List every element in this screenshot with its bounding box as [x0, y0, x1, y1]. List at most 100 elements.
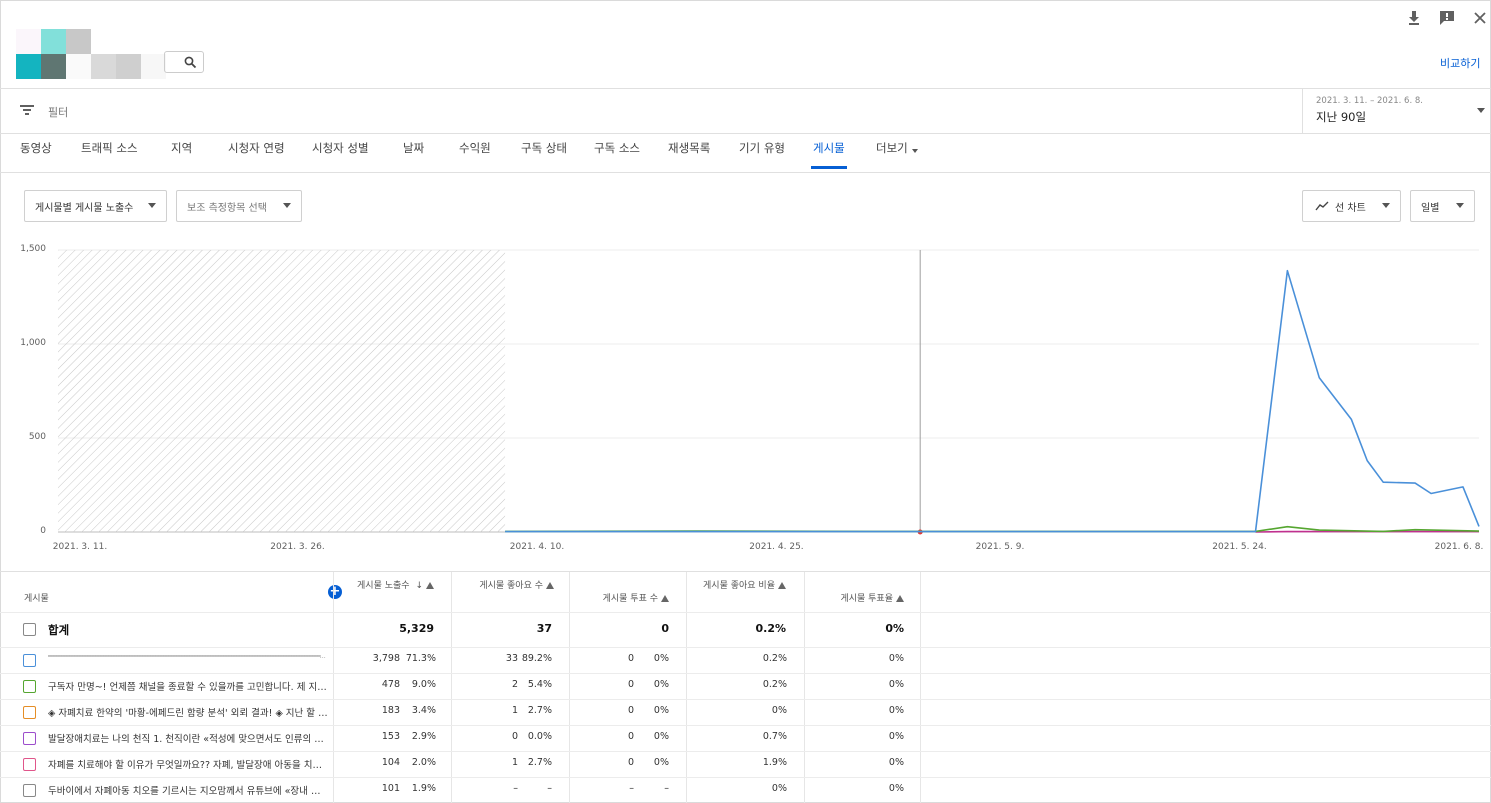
row-likes: 1	[511, 705, 518, 716]
total-label: 합계	[48, 623, 70, 637]
row-impressions-pct: 3.4%	[411, 705, 436, 716]
download-icon[interactable]	[1404, 8, 1424, 28]
total-checkbox[interactable]	[23, 623, 36, 636]
row-title[interactable]: 구독자 만명~! 언제쯤 채널을 종료할 수 있을까를 고민합니다. 제 지금 …	[48, 679, 328, 693]
row-title[interactable]: 자폐를 치료해야 할 이유가 무엇일까요?? 자폐, 발달장애 아동을 치료하는…	[48, 757, 328, 771]
row-checkbox[interactable]	[23, 732, 36, 745]
row-votes-pct: –	[664, 783, 669, 794]
row-likes: 33	[505, 653, 518, 664]
column-header-likes-label: 게시물 좋아요 수	[479, 581, 543, 591]
row-impressions: 3,798	[372, 653, 400, 664]
sort-down-icon: ↓	[415, 581, 423, 591]
tab-2[interactable]: 지역	[171, 140, 192, 172]
chart-type-select[interactable]: 선 차트	[1302, 190, 1401, 222]
granularity-select[interactable]: 일별	[1410, 190, 1475, 222]
column-header-impressions[interactable]: 게시물 노출수 ↓	[338, 581, 434, 592]
warning-icon	[896, 595, 904, 602]
total-impressions: 5,329	[399, 622, 434, 635]
row-vote-rate: 0%	[888, 757, 904, 768]
column-header-like-rate-label: 게시물 좋아요 비율	[703, 581, 775, 591]
row-votes-pct: 0%	[653, 705, 669, 716]
warning-icon	[426, 582, 434, 589]
chevron-down-icon	[148, 203, 156, 208]
row-vote-rate: 0%	[888, 653, 904, 664]
warning-icon	[546, 582, 554, 589]
tab-4[interactable]: 시청자 성별	[312, 140, 369, 172]
column-header-impressions-label: 게시물 노출수	[357, 581, 410, 591]
row-checkbox[interactable]	[23, 758, 36, 771]
column-header-votes[interactable]: 게시물 투표 수	[575, 594, 669, 605]
row-impressions-pct: 71.3%	[405, 653, 436, 664]
chevron-down-icon	[283, 203, 291, 208]
tab-10[interactable]: 기기 유형	[739, 140, 785, 172]
warning-icon	[661, 595, 669, 602]
row-likes: 2	[511, 679, 518, 690]
row-likes: 1	[511, 757, 518, 768]
row-like-rate: 0.7%	[762, 731, 787, 742]
channel-avatar	[16, 29, 166, 79]
metric-select[interactable]: 게시물별 게시물 노출수	[24, 190, 167, 222]
tab-8[interactable]: 구독 소스	[594, 140, 640, 172]
column-header-vote-rate[interactable]: 게시물 투표율	[808, 594, 904, 605]
column-header-like-rate[interactable]: 게시물 좋아요 비율	[690, 581, 786, 592]
compare-link[interactable]: 비교하기	[1440, 55, 1480, 71]
filter-label[interactable]: 필터	[48, 104, 68, 120]
row-like-rate: 0%	[771, 705, 787, 716]
granularity-label: 일별	[1421, 202, 1440, 214]
column-header-vote-rate-label: 게시물 투표율	[840, 594, 893, 604]
secondary-metric-label: 보조 측정항목 선택	[187, 202, 267, 214]
tab-0[interactable]: 동영상	[20, 140, 52, 172]
row-likes-pct: 2.7%	[527, 757, 552, 768]
series-line-0	[505, 269, 1480, 533]
row-impressions: 183	[381, 705, 400, 716]
x-tick-label: 2021. 4. 10.	[509, 542, 565, 552]
row-vote-rate: 0%	[888, 731, 904, 742]
row-votes-pct: 0%	[653, 731, 669, 742]
warning-icon	[778, 582, 786, 589]
row-checkbox[interactable]	[23, 784, 36, 797]
row-checkbox[interactable]	[23, 706, 36, 719]
tab-6[interactable]: 수익원	[459, 140, 491, 172]
line-chart-icon	[1315, 201, 1329, 211]
row-likes-pct: 89.2%	[521, 653, 552, 664]
x-tick-label: 2021. 3. 11.	[52, 542, 108, 552]
filter-icon[interactable]	[20, 105, 34, 117]
row-impressions-pct: 2.0%	[411, 757, 436, 768]
impressions-line-chart	[58, 249, 1480, 535]
y-tick-label: 0	[40, 526, 46, 536]
tab-12[interactable]: 더보기	[876, 140, 908, 172]
no-data-region	[58, 250, 506, 532]
chart-type-label: 선 차트	[1335, 202, 1366, 214]
series-line-1	[505, 525, 1480, 533]
row-checkbox[interactable]	[23, 680, 36, 693]
row-votes: 0	[627, 731, 634, 742]
metric-select-label: 게시물별 게시물 노출수	[35, 202, 134, 214]
chevron-down-icon	[912, 149, 918, 153]
tab-3[interactable]: 시청자 연령	[228, 140, 285, 172]
tab-7[interactable]: 구독 상태	[521, 140, 567, 172]
feedback-icon[interactable]	[1437, 8, 1457, 28]
row-vote-rate: 0%	[888, 679, 904, 690]
row-title[interactable]: 두바이에서 자폐아동 치오를 기르시는 지오맘께서 유튜브에 «장내 미생물 이…	[48, 783, 328, 797]
row-votes: 0	[627, 705, 634, 716]
secondary-metric-select[interactable]: 보조 측정항목 선택	[176, 190, 302, 222]
row-title[interactable]: 발달장애치료는 나의 천직 1. 천직이란 «적성에 맞으면서도 인류의 미래를…	[48, 731, 328, 745]
column-header-likes[interactable]: 게시물 좋아요 수	[458, 581, 554, 592]
row-votes-pct: 0%	[653, 679, 669, 690]
row-likes-pct: 2.7%	[527, 705, 552, 716]
tab-11[interactable]: 게시물	[811, 140, 847, 172]
search-button[interactable]	[164, 51, 204, 73]
y-tick-label: 1,000	[20, 338, 46, 348]
row-votes: 0	[627, 757, 634, 768]
row-checkbox[interactable]	[23, 654, 36, 667]
total-like-rate: 0.2%	[755, 622, 786, 635]
row-votes: 0	[627, 653, 634, 664]
tab-1[interactable]: 트래픽 소스	[81, 140, 138, 172]
row-impressions-pct: 9.0%	[411, 679, 436, 690]
row-title[interactable]: ◈ 자폐치료 한약의 '마황-에페드린 함량 분석' 외뢰 결과! ◈ 지난 할…	[48, 705, 328, 719]
tab-5[interactable]: 날짜	[403, 140, 424, 172]
tab-9[interactable]: 재생목록	[668, 140, 710, 172]
date-range-selector[interactable]: 2021. 3. 11. – 2021. 6. 8. 지난 90일	[1302, 89, 1491, 133]
row-title-redacted[interactable]: ━━━━━━━━━━━━━━━━━━━━━━━━━━━━━━━━━━━━━━━━…	[48, 653, 328, 660]
close-icon[interactable]	[1470, 8, 1490, 28]
